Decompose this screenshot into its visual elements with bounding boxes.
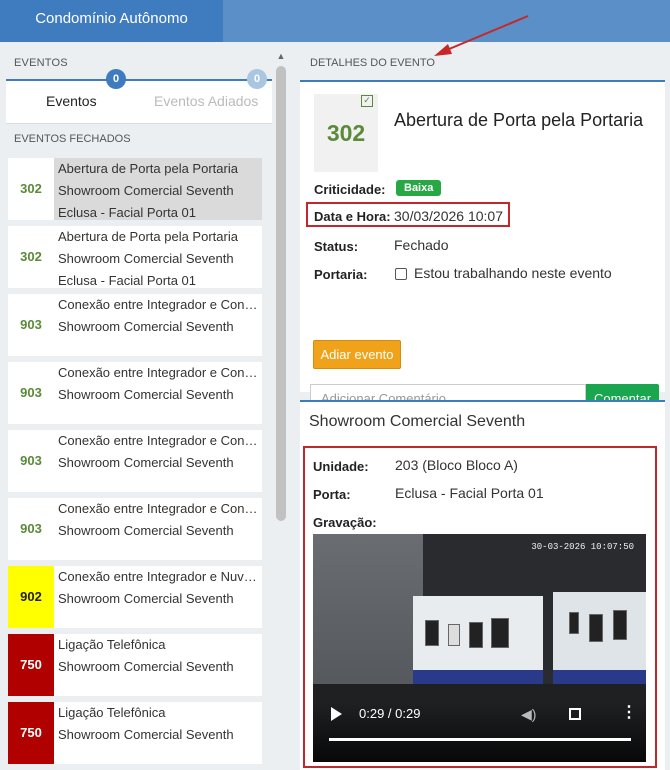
event-item-title: Ligação Telefônica [58,637,166,652]
unidade-label: Unidade: [313,459,369,474]
event-item-location: Showroom Comercial Seventh [58,251,234,266]
event-item-title: Conexão entre Integrador e Cont... [58,501,258,516]
event-list-item[interactable]: 302 Abertura de Porta pela Portaria Showro… [8,226,262,288]
event-item-location: Showroom Comercial Seventh [58,387,234,402]
event-item-code: 903 [20,385,42,400]
event-item-title: Conexão entre Integrador e Cont... [58,433,258,448]
event-item-body: Conexão entre Integrador e Nuve... Showro… [54,566,262,628]
play-icon[interactable] [331,707,342,721]
working-checkbox-label[interactable]: Estou trabalhando neste evento [414,265,612,281]
divider [6,123,272,124]
video-frame [491,618,509,648]
tab-eventos[interactable]: Eventos [46,93,97,109]
unidade-value: 203 (Bloco Bloco A) [395,457,518,473]
event-item-body: Ligação Telefônica Showroom Comercial Sev… [54,702,262,764]
event-item-code: 302 [20,249,42,264]
event-item-location: Showroom Comercial Seventh [58,319,234,334]
event-item-code: 903 [20,317,42,332]
checkmark-icon: ✓ [361,95,373,107]
volume-icon[interactable]: ◀) [521,706,536,723]
event-item-body: Conexão entre Integrador e Cont... Showro… [54,362,262,424]
events-header: EVENTOS [14,57,68,69]
event-list-item[interactable]: 903 Conexão entre Integrador e Cont... Sho… [8,294,262,356]
event-list-item[interactable]: 902 Conexão entre Integrador e Nuve... Sho… [8,566,262,628]
porta-value: Eclusa - Facial Porta 01 [395,485,544,501]
event-list-item[interactable]: 302 Abertura de Porta pela Portaria Showro… [8,158,262,220]
event-item-code: 903 [20,453,42,468]
event-list-item[interactable]: 903 Conexão entre Integrador e Cont... Sho… [8,362,262,424]
location-title: Showroom Comercial Seventh [309,413,526,430]
event-item-body: Conexão entre Integrador e Cont... Showro… [54,430,262,492]
details-header: DETALHES DO EVENTO [310,57,435,69]
event-item-title: Conexão entre Integrador e Nuve... [58,569,258,584]
scroll-up-icon[interactable]: ▲ [275,50,287,62]
porta-label: Porta: [313,487,351,502]
event-list-item[interactable]: 750 Ligação Telefônica Showroom Comercial … [8,702,262,764]
video-time: 0:29 / 0:29 [359,706,421,721]
gravacao-label: Gravação: [313,515,377,530]
tab-eventos-adiados[interactable]: Eventos Adiados [154,93,258,109]
status-label: Status: [314,239,359,254]
video-frame [613,610,627,640]
criticidade-label: Criticidade: [314,182,386,197]
tab-adiados-count: 0 [247,69,267,89]
more-options-icon[interactable]: ⋮ [621,705,637,721]
event-item-location: Showroom Comercial Seventh [58,727,234,742]
event-item-code: 902 [8,566,54,628]
event-item-code: 750 [8,702,54,764]
event-item-title: Abertura de Porta pela Portaria [58,161,238,176]
events-panel: EVENTOS Eventos Eventos Adiados 0 0 EVEN… [0,42,290,770]
location-card: Showroom Comercial Seventh Unidade: 203 … [300,402,665,770]
datahora-value: 30/03/2026 10:07 [394,208,503,224]
datahora-label: Data e Hora: [314,209,391,224]
event-item-title: Conexão entre Integrador e Cont... [58,365,258,380]
app-title[interactable]: Condomínio Autônomo [0,0,223,42]
event-item-location: Showroom Comercial Seventh [58,591,234,606]
event-item-door: Eclusa - Facial Porta 01 [58,273,197,288]
event-item-code: 750 [8,634,54,696]
scrollbar-thumb[interactable] [276,66,286,521]
event-item-title: Abertura de Porta pela Portaria [58,229,238,244]
event-item-code: 302 [20,181,42,196]
status-value: Fechado [394,237,449,253]
video-player[interactable]: 30-03-2026 10:07:50 0:29 / 0:29 ◀) ⋮ [313,534,646,762]
scrollbar[interactable]: ▲ [275,50,287,768]
portaria-label: Portaria: [314,267,368,282]
event-title: Abertura de Porta pela Portaria [394,110,644,130]
tab-eventos-count: 0 [106,69,126,89]
annotation-arrow-icon [434,15,529,56]
criticidade-badge: Baixa [396,180,442,196]
events-tabs: Eventos Eventos Adiados [6,81,272,123]
event-list-item[interactable]: 750 Ligação Telefônica Showroom Comercial … [8,634,262,696]
event-item-body: Conexão entre Integrador e Cont... Showro… [54,294,262,356]
top-bar: Condomínio Autônomo [0,0,670,42]
video-frame [569,612,579,634]
event-item-location: Showroom Comercial Seventh [58,455,234,470]
video-progress-bar[interactable] [329,738,631,741]
event-item-body: Conexão entre Integrador e Cont... Showro… [54,498,262,560]
video-timestamp: 30-03-2026 10:07:50 [531,542,634,552]
video-frame [469,622,483,648]
adiar-evento-button[interactable]: Adiar evento [313,340,401,369]
event-details-card: 302 ✓ Abertura de Porta pela Portaria Cr… [300,82,665,413]
details-panel: DETALHES DO EVENTO 302 ✓ Abertura de Por… [290,42,670,770]
event-item-body: Abertura de Porta pela Portaria Showroom … [54,226,262,288]
event-item-code: 903 [20,521,42,536]
video-frame [448,624,460,646]
video-frame [425,620,439,646]
event-item-body: Abertura de Porta pela Portaria Showroom … [54,158,262,220]
working-checkbox[interactable] [395,268,407,280]
event-item-title: Ligação Telefônica [58,705,166,720]
event-item-title: Conexão entre Integrador e Cont... [58,297,258,312]
event-item-body: Ligação Telefônica Showroom Comercial Sev… [54,634,262,696]
closed-events-header: EVENTOS FECHADOS [14,133,131,145]
video-frame [589,614,603,642]
event-list-item[interactable]: 903 Conexão entre Integrador e Cont... Sho… [8,498,262,560]
fullscreen-icon[interactable] [569,708,581,720]
event-item-location: Showroom Comercial Seventh [58,523,234,538]
event-item-location: Showroom Comercial Seventh [58,183,234,198]
event-list-item[interactable]: 903 Conexão entre Integrador e Cont... Sho… [8,430,262,492]
event-item-door: Eclusa - Facial Porta 01 [58,205,197,220]
event-item-location: Showroom Comercial Seventh [58,659,234,674]
